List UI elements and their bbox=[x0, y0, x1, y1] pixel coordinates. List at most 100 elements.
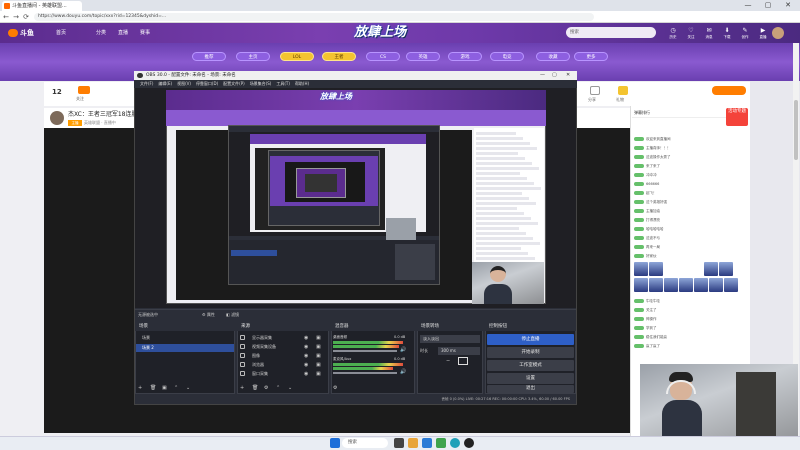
source-down-icon[interactable]: ⌄ bbox=[288, 384, 292, 392]
obs-menu-item[interactable]: 编辑(E) bbox=[158, 81, 172, 86]
nav-live[interactable]: 直播 bbox=[118, 29, 128, 37]
visibility-eye-icon[interactable]: ◉ bbox=[304, 353, 308, 359]
obs-menu-item[interactable]: 配置文件(P) bbox=[223, 81, 245, 86]
category-pill[interactable]: LOL bbox=[280, 52, 314, 61]
category-pill[interactable]: 王者 bbox=[322, 52, 356, 61]
speaker-icon[interactable]: 🔊 bbox=[400, 369, 406, 375]
obs-menu-item[interactable]: 场景集合(S) bbox=[250, 81, 272, 86]
start-recording-button[interactable]: 开始录制 bbox=[487, 347, 574, 358]
settings-button[interactable]: 设置 bbox=[487, 373, 574, 384]
file-explorer-icon[interactable] bbox=[408, 438, 418, 448]
add-source-button[interactable]: + bbox=[240, 384, 244, 392]
visibility-eye-icon[interactable]: ◉ bbox=[304, 362, 308, 368]
user-avatar[interactable] bbox=[772, 27, 784, 39]
scrollbar-thumb[interactable] bbox=[794, 100, 798, 160]
obs-menu-item[interactable]: 帮助(H) bbox=[295, 81, 309, 86]
category-pill[interactable]: 英雄 bbox=[406, 52, 440, 61]
move-down-icon[interactable]: ⌄ bbox=[186, 384, 190, 392]
url-input[interactable]: https://www.douyu.com/topic/xxx?rid=1234… bbox=[34, 13, 594, 21]
open-live-button[interactable] bbox=[712, 86, 746, 95]
move-up-icon[interactable]: ⌃ bbox=[174, 384, 178, 392]
stop-streaming-button[interactable]: 停止直播 bbox=[487, 334, 574, 345]
obs-menu-item[interactable]: 停靠窗口(D) bbox=[196, 81, 218, 86]
streamer-avatar[interactable] bbox=[50, 111, 64, 125]
lock-icon[interactable]: ▣ bbox=[316, 344, 321, 350]
back-button[interactable]: ← bbox=[2, 12, 10, 22]
share-label[interactable]: 分享 bbox=[588, 97, 596, 103]
source-item[interactable]: 浏览器 bbox=[246, 361, 298, 369]
studio-mode-button[interactable]: 工作室模式 bbox=[487, 360, 574, 371]
obs-titlebar[interactable]: OBS 30.0 - 配置文件: 未命名 - 场景: 未命名 bbox=[134, 71, 577, 80]
activity-badge[interactable]: 活动专题 bbox=[726, 108, 748, 126]
lock-icon[interactable]: ▣ bbox=[316, 335, 321, 341]
browser-tab[interactable]: 斗鱼直播间 - 英雄联盟... bbox=[2, 1, 82, 11]
taskbar-search[interactable]: 搜索 bbox=[342, 438, 388, 448]
lock-icon[interactable]: ▣ bbox=[316, 362, 321, 368]
event-banner-title[interactable]: 放肆上场 bbox=[320, 24, 440, 42]
source-item[interactable]: 视频采集设备 bbox=[246, 343, 298, 351]
category-pill[interactable]: 推荐 bbox=[192, 52, 226, 61]
exit-button[interactable]: 退出 bbox=[487, 385, 574, 393]
speaker-icon[interactable]: 🔊 bbox=[400, 347, 406, 353]
transition-select[interactable]: 淡入淡出 bbox=[420, 335, 480, 343]
store-icon[interactable] bbox=[436, 438, 446, 448]
forward-button[interactable]: → bbox=[12, 12, 20, 22]
nav-home[interactable]: 首页 bbox=[56, 29, 66, 37]
source-item[interactable]: 显示器采集 bbox=[246, 334, 298, 342]
category-pill[interactable]: 更多 bbox=[574, 52, 608, 61]
source-up-icon[interactable]: ⌃ bbox=[276, 384, 280, 392]
volume-slider[interactable] bbox=[333, 350, 397, 352]
follow-icon-room[interactable] bbox=[78, 86, 90, 94]
source-item[interactable]: 窗口采集 bbox=[246, 370, 298, 378]
edge-browser-icon[interactable] bbox=[422, 438, 432, 448]
obs-maximize-button[interactable]: ▢ bbox=[552, 71, 557, 80]
scene-item-selected[interactable]: 场景 2 bbox=[136, 344, 234, 352]
properties-button[interactable]: ⚙ 属性 bbox=[202, 311, 215, 319]
scene-item[interactable]: 场景 bbox=[136, 334, 234, 342]
nav-category[interactable]: 分类 bbox=[96, 29, 106, 37]
category-pill[interactable]: 主页 bbox=[236, 52, 270, 61]
gift-label[interactable]: 礼物 bbox=[616, 97, 624, 103]
remove-scene-button[interactable]: 🗑 bbox=[150, 384, 156, 392]
follow-label[interactable]: 关注 bbox=[76, 96, 84, 102]
scene-filter-button[interactable]: ▣ bbox=[162, 384, 167, 392]
obs-menu-item[interactable]: 文件(F) bbox=[140, 81, 153, 86]
remove-source-button[interactable]: 🗑 bbox=[252, 384, 258, 392]
filters-button[interactable]: ◧ 滤镜 bbox=[226, 311, 239, 319]
lock-icon[interactable]: ▣ bbox=[316, 371, 321, 377]
lock-icon[interactable]: ▣ bbox=[316, 353, 321, 359]
obs-taskbar-icon[interactable] bbox=[464, 438, 474, 448]
share-icon[interactable] bbox=[590, 86, 600, 95]
live-icon[interactable]: ▶ 直播 bbox=[756, 27, 770, 41]
category-pill[interactable]: CS bbox=[366, 52, 400, 61]
obs-menu-item[interactable]: 视图(V) bbox=[177, 81, 191, 86]
windows-start-icon[interactable] bbox=[330, 438, 340, 448]
source-item[interactable]: 图像 bbox=[246, 352, 298, 360]
obs-minimize-button[interactable]: — bbox=[540, 71, 545, 80]
category-pill[interactable]: 游戏 bbox=[448, 52, 482, 61]
add-transition-button[interactable]: − bbox=[446, 358, 450, 364]
history-icon[interactable]: ◷ 历史 bbox=[666, 27, 680, 41]
chrome-icon[interactable] bbox=[450, 438, 460, 448]
task-view-icon[interactable] bbox=[394, 438, 404, 448]
site-logo[interactable]: 斗鱼 bbox=[8, 26, 48, 40]
visibility-eye-icon[interactable]: ◉ bbox=[304, 371, 308, 377]
transition-settings-icon[interactable] bbox=[458, 357, 468, 365]
create-icon[interactable]: ✎ 创作 bbox=[738, 27, 752, 41]
add-scene-button[interactable]: + bbox=[138, 384, 142, 392]
obs-close-button[interactable]: ✕ bbox=[566, 71, 570, 80]
reload-button[interactable]: ⟳ bbox=[22, 12, 30, 22]
category-pill[interactable]: 电竞 bbox=[490, 52, 524, 61]
duration-input[interactable]: 300 ms bbox=[438, 347, 480, 355]
obs-menu-item[interactable]: 工具(T) bbox=[276, 81, 290, 86]
download-icon[interactable]: ⬇ 下载 bbox=[720, 27, 734, 41]
gift-icon[interactable] bbox=[618, 86, 628, 95]
search-input[interactable]: 搜索 bbox=[566, 27, 656, 38]
nav-events[interactable]: 赛事 bbox=[140, 29, 150, 37]
visibility-eye-icon[interactable]: ◉ bbox=[304, 335, 308, 341]
close-button[interactable]: ✕ bbox=[778, 0, 798, 11]
minimize-button[interactable]: — bbox=[738, 0, 758, 11]
source-settings-icon[interactable]: ⚙ bbox=[264, 384, 268, 392]
mixer-menu-icon[interactable]: ⚙ bbox=[333, 384, 337, 392]
follow-icon[interactable]: ♡ 关注 bbox=[684, 27, 698, 41]
